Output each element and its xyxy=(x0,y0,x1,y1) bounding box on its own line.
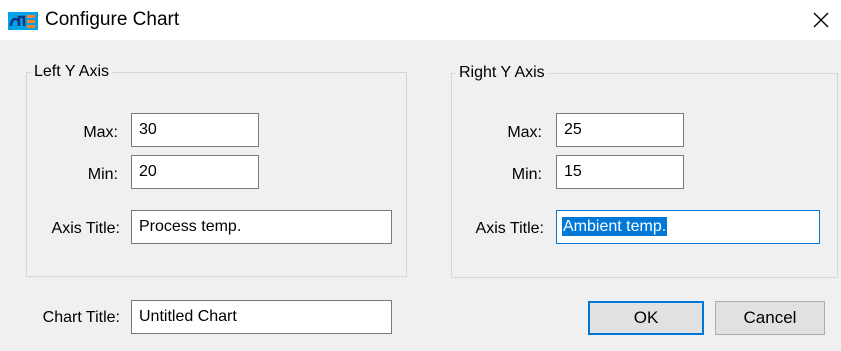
left-y-axis-legend: Left Y Axis xyxy=(34,63,110,80)
left-min-label: Min: xyxy=(87,166,118,183)
configure-chart-dialog: Configure Chart Left Y Axis Max: 30 Min:… xyxy=(0,0,841,351)
right-y-axis-legend: Right Y Axis xyxy=(459,64,545,81)
chart-app-icon xyxy=(8,12,38,30)
left-axis-title-input[interactable]: Process temp. xyxy=(131,210,392,244)
left-axis-title-label: Axis Title: xyxy=(51,220,120,237)
dialog-title: Configure Chart xyxy=(45,9,180,30)
right-axis-title-selection: Ambient temp. xyxy=(562,217,668,236)
right-min-input[interactable]: 15 xyxy=(556,155,684,189)
left-max-input[interactable]: 30 xyxy=(131,113,259,147)
left-max-label: Max: xyxy=(83,124,118,141)
cancel-button[interactable]: Cancel xyxy=(715,301,825,335)
chart-title-input[interactable]: Untitled Chart xyxy=(131,300,392,334)
right-max-label: Max: xyxy=(507,124,542,141)
left-min-input[interactable]: 20 xyxy=(131,155,259,189)
close-button[interactable] xyxy=(800,0,841,40)
right-min-label: Min: xyxy=(511,166,542,183)
right-axis-title-input[interactable]: Ambient temp. xyxy=(556,210,820,244)
close-icon xyxy=(813,12,828,28)
title-bar: Configure Chart xyxy=(0,0,841,40)
chart-title-label: Chart Title: xyxy=(42,309,120,326)
right-axis-title-label: Axis Title: xyxy=(475,220,544,237)
right-max-input[interactable]: 25 xyxy=(556,113,684,147)
ok-button[interactable]: OK xyxy=(588,301,704,335)
